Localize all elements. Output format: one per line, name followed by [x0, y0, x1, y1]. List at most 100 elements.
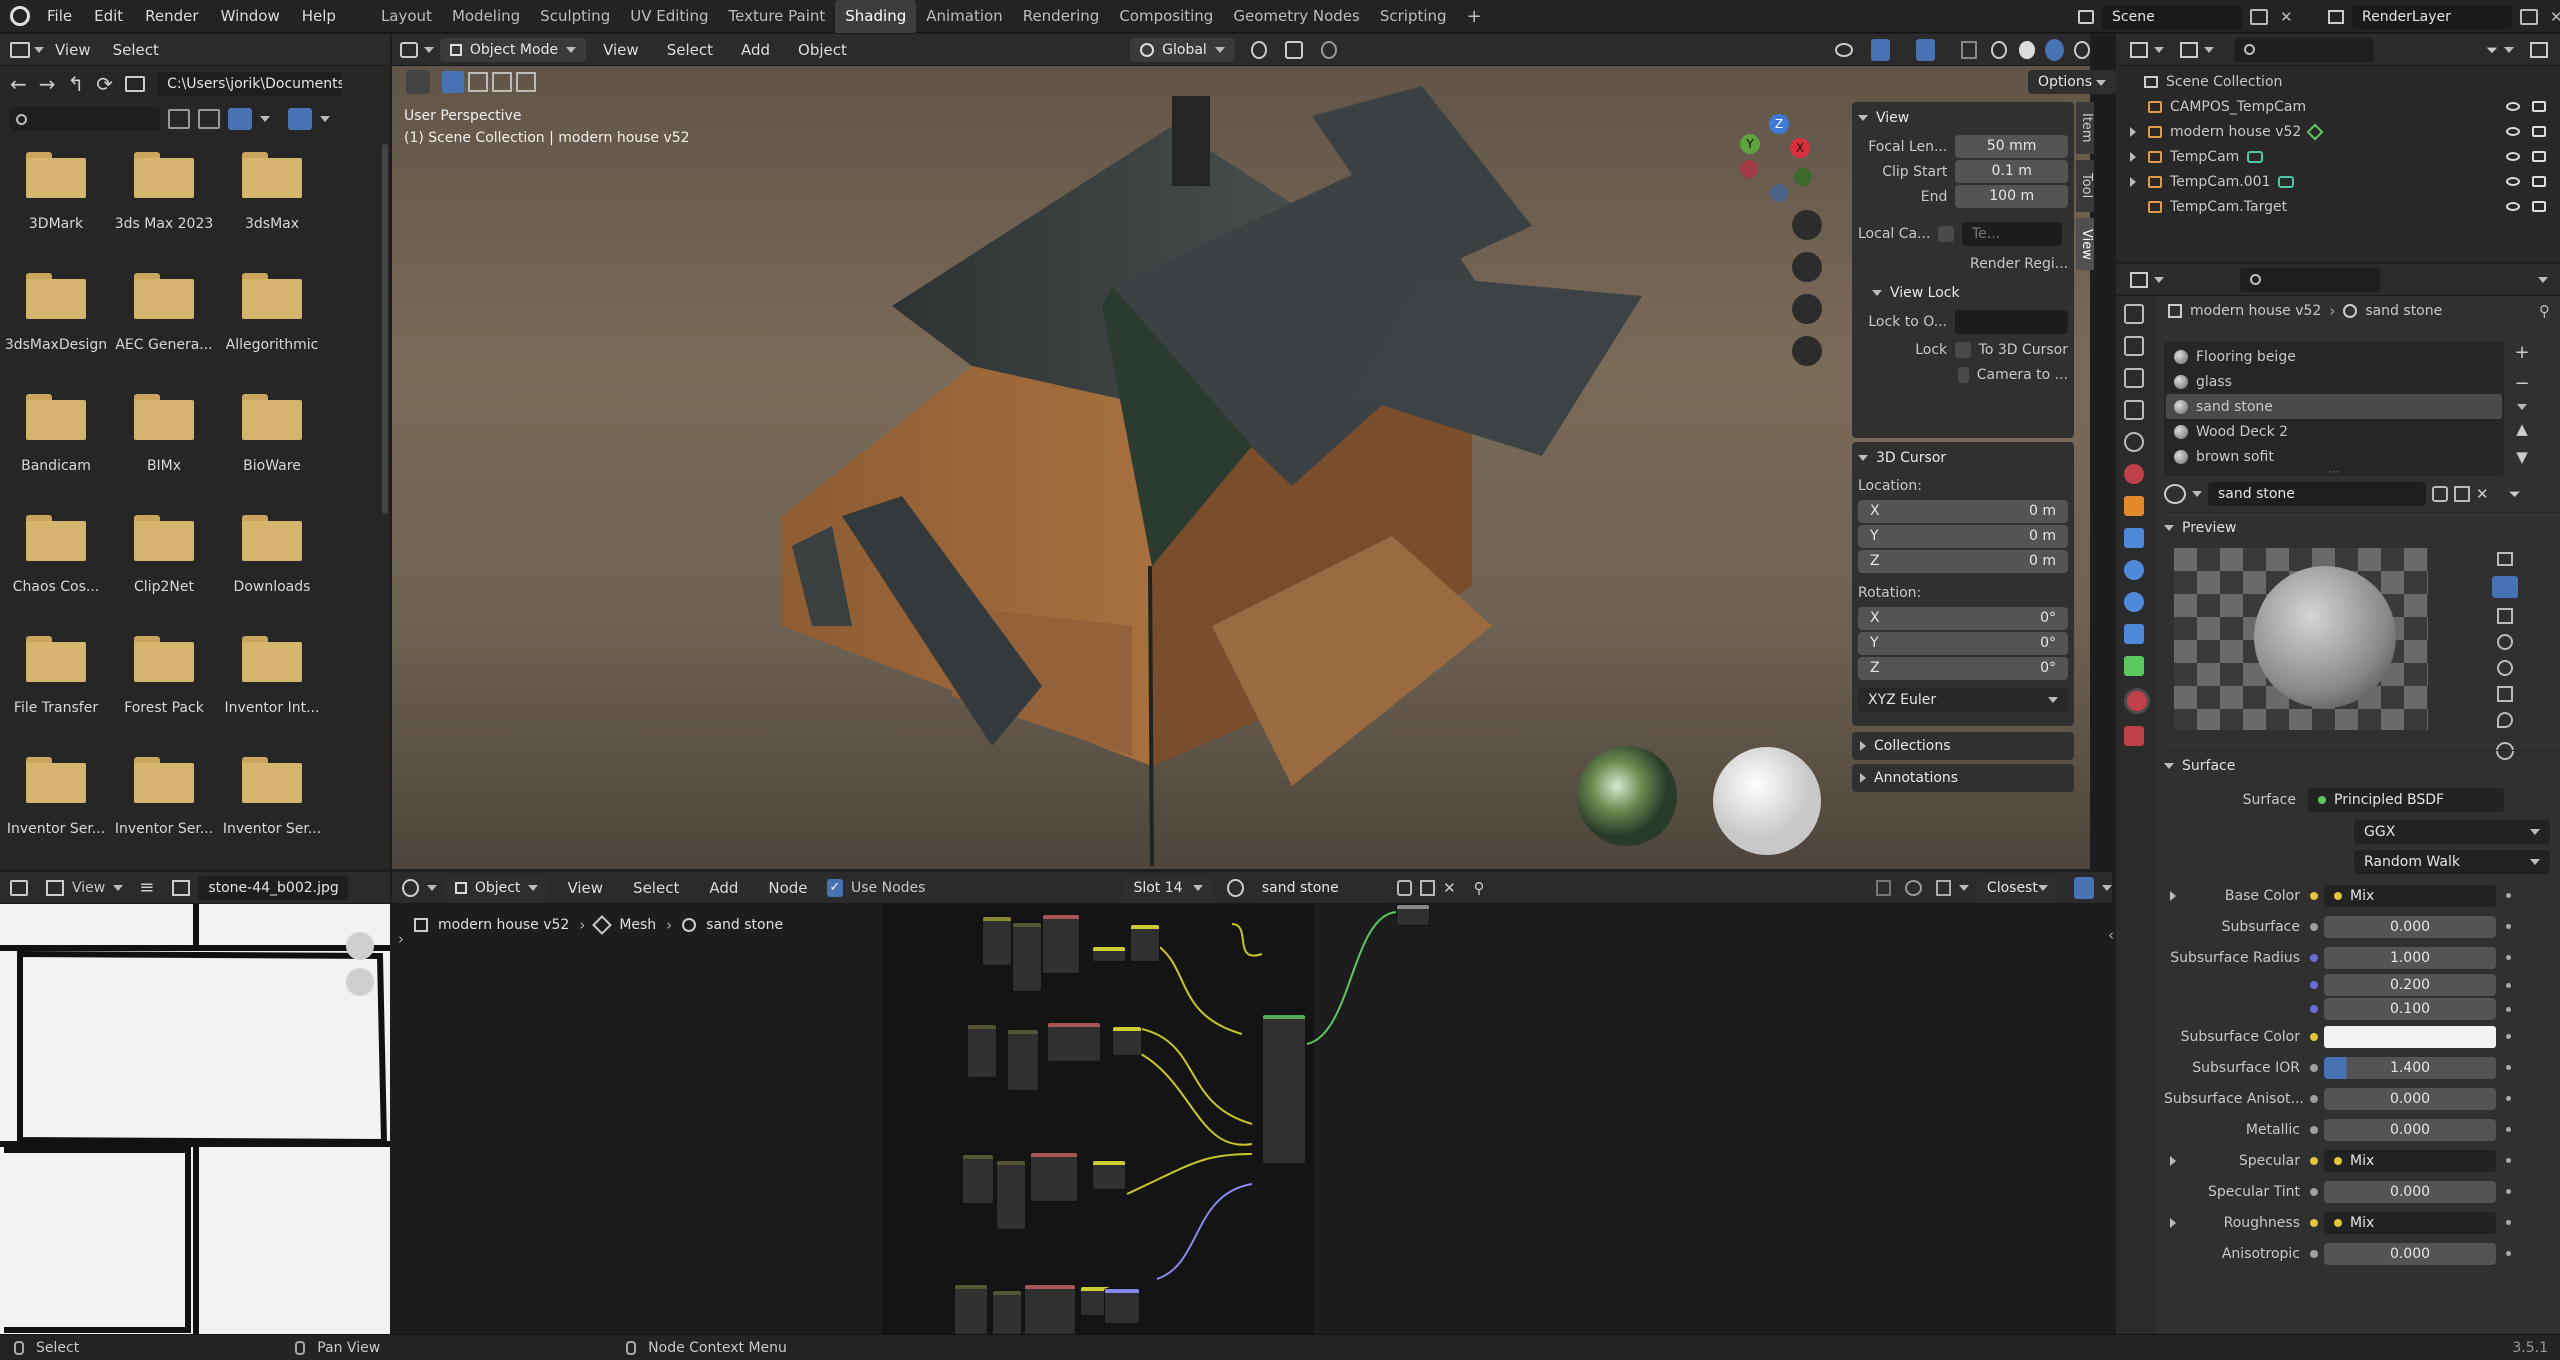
ne-menu-view[interactable]: View — [556, 873, 614, 903]
zoom-icon[interactable] — [1792, 210, 1822, 240]
clip-end-field[interactable]: 100 m — [1955, 185, 2068, 208]
socket-dot-icon[interactable] — [2310, 891, 2318, 900]
folder-item[interactable]: 3dsMaxDesign — [2, 259, 110, 379]
surface-section-header[interactable]: Surface — [2164, 750, 2560, 780]
shader-node[interactable] — [1042, 914, 1080, 974]
shader-type-dropdown[interactable]: Object — [444, 875, 549, 900]
socket-dot-icon[interactable] — [2310, 1125, 2318, 1134]
outliner-editor-icon[interactable] — [2130, 41, 2148, 58]
preview-cloth-icon[interactable] — [2497, 686, 2513, 702]
material-name-field[interactable]: sand stone — [1251, 875, 1390, 900]
tab-texture-paint[interactable]: Texture Paint — [718, 0, 835, 33]
forward-arrow-icon[interactable]: → — [39, 72, 56, 96]
focal-length-field[interactable]: 50 mm — [1955, 135, 2068, 158]
folder-item[interactable]: Inventor Ser... — [218, 743, 326, 863]
node-editor[interactable]: Object View Select Add Node ✓ Use Nodes … — [392, 872, 2114, 1360]
folder-item[interactable]: Forest Pack — [110, 622, 218, 742]
preview-section-header[interactable]: Preview — [2164, 512, 2560, 542]
keyframe-dot-icon[interactable] — [2506, 955, 2511, 960]
constraints-tab-icon[interactable] — [2124, 624, 2144, 644]
refresh-icon[interactable]: ⟳ — [96, 72, 113, 96]
keyframe-dot-icon[interactable] — [2506, 924, 2511, 929]
ne-menu-select[interactable]: Select — [622, 873, 690, 903]
scene-tab-icon[interactable] — [2124, 432, 2144, 452]
param-value-field[interactable]: 0.000 — [2324, 1087, 2496, 1110]
param-value-field[interactable]: 0.000 — [2324, 915, 2496, 938]
param-link-field[interactable]: Mix — [2324, 1149, 2496, 1172]
param-link-field[interactable]: Mix — [2324, 884, 2496, 907]
ne-menu-node[interactable]: Node — [757, 873, 818, 903]
visibility-eye-icon[interactable] — [2506, 177, 2520, 186]
expand-param-icon[interactable] — [2170, 1155, 2176, 1166]
tab-compositing[interactable]: Compositing — [1109, 0, 1223, 33]
zoom-image-icon[interactable] — [346, 932, 374, 960]
ne-menu-add[interactable]: Add — [698, 873, 749, 903]
hamburger-icon[interactable]: ≡ — [139, 877, 154, 898]
view-panel-title[interactable]: View — [1876, 110, 1909, 126]
folder-item[interactable]: Inventor Ser... — [2, 743, 110, 863]
menu-render[interactable]: Render — [134, 0, 209, 33]
expand-param-icon[interactable] — [2170, 1217, 2176, 1228]
3d-viewport[interactable]: Object Mode View Select Add Object Globa… — [392, 34, 2117, 869]
transform-orientation[interactable]: Global — [1130, 37, 1235, 62]
add-slot-icon[interactable]: + — [2514, 342, 2529, 363]
material-shading-icon[interactable] — [2044, 38, 2064, 61]
node-editor-icon[interactable] — [402, 878, 419, 897]
outliner-item[interactable]: TempCam — [2116, 144, 2560, 169]
preview-cube-icon[interactable] — [2497, 608, 2513, 624]
shader-node[interactable] — [1104, 1288, 1140, 1324]
folder-item[interactable]: BIMx — [110, 380, 218, 500]
folder-item[interactable]: Clip2Net — [110, 501, 218, 621]
outliner-item[interactable]: CAMPOS_TempCam — [2116, 94, 2560, 119]
view-mode-icon[interactable] — [46, 879, 64, 896]
visibility-eye-icon[interactable] — [2506, 202, 2520, 211]
visibility-icon[interactable] — [1834, 42, 1853, 57]
new-scene-icon[interactable] — [2250, 9, 2268, 25]
data-tab-icon[interactable] — [2124, 656, 2144, 676]
properties-pin-icon[interactable]: ⚲ — [2539, 302, 2550, 320]
tab-scripting[interactable]: Scripting — [1370, 0, 1457, 33]
search-input[interactable] — [10, 107, 160, 131]
socket-dot-icon[interactable] — [2310, 1094, 2318, 1103]
tab-tool[interactable]: Tool — [2076, 160, 2094, 212]
tab-layout[interactable]: Layout — [371, 0, 442, 33]
camera-view-icon[interactable] — [1792, 294, 1822, 324]
material-link-icon[interactable]: ⏷ — [2509, 485, 2521, 503]
vp-menu-view[interactable]: View — [592, 35, 650, 65]
overlay-icon[interactable] — [1915, 38, 1935, 61]
param-link-field[interactable]: Mix — [2324, 1211, 2496, 1234]
shader-node[interactable] — [996, 1160, 1026, 1230]
render-layer-field[interactable]: RenderLayer — [2352, 5, 2512, 29]
move-down-icon[interactable]: ▼ — [2516, 448, 2528, 466]
render-camera-icon[interactable] — [2532, 151, 2546, 162]
socket-dot-icon[interactable] — [2310, 1187, 2318, 1196]
pivot-icon[interactable] — [1250, 40, 1267, 59]
path-field[interactable]: C:\Users\jorik\Documents\ — [157, 72, 343, 96]
image-browse-icon[interactable] — [172, 879, 191, 896]
viewport-editor-icon[interactable] — [400, 41, 418, 58]
node-overlay-icon[interactable] — [2073, 876, 2094, 899]
visibility-eye-icon[interactable] — [2506, 127, 2520, 136]
tab-sculpting[interactable]: Sculpting — [530, 0, 620, 33]
material-name-input[interactable]: sand stone — [2208, 482, 2426, 506]
shader-node[interactable] — [1007, 1029, 1039, 1091]
socket-dot-icon[interactable] — [2310, 1063, 2318, 1072]
delete-layer-icon[interactable]: ✕ — [2550, 8, 2560, 26]
filter-icon[interactable] — [288, 108, 312, 130]
rotation-mode-dropdown[interactable]: XYZ Euler — [1858, 688, 2068, 712]
tool-tab-icon[interactable] — [2124, 304, 2144, 324]
solid-shading-icon[interactable] — [2019, 40, 2035, 59]
preview-sphere-icon[interactable] — [2492, 576, 2518, 598]
keyframe-dot-icon[interactable] — [2506, 1006, 2511, 1012]
particles-tab-icon[interactable] — [2124, 560, 2144, 580]
detail-view-icon[interactable] — [198, 109, 220, 129]
keyframe-dot-icon[interactable] — [2506, 1034, 2511, 1039]
thumbnail-view-icon[interactable] — [228, 108, 252, 130]
add-workspace-icon[interactable]: + — [1457, 0, 1492, 33]
lock-cursor-checkbox[interactable] — [1955, 341, 1971, 358]
shader-node[interactable] — [1012, 922, 1042, 992]
image-editor-view-menu[interactable]: View — [72, 880, 105, 896]
outliner-filter-icon[interactable]: ⏷ — [2486, 41, 2498, 59]
clip-start-field[interactable]: 0.1 m — [1955, 160, 2068, 183]
folder-item[interactable]: AEC Genera... — [110, 259, 218, 379]
